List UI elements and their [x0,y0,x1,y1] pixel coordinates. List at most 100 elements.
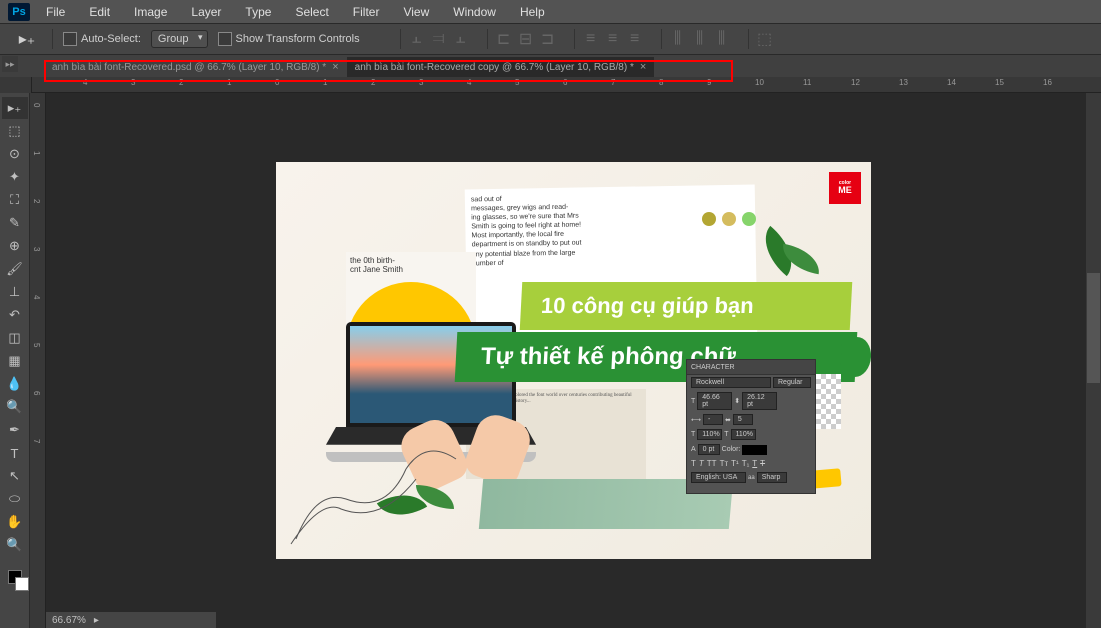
underline-btn[interactable]: T [752,459,757,468]
auto-align-icon[interactable]: ⬚ [755,29,775,49]
banner-title-1: 10 công cụ giúp bạn [520,282,853,330]
align-group-1: ⫠ ⫤ ⫠ [400,29,477,49]
caps-btn[interactable]: TT [707,459,717,468]
stamp-tool[interactable]: ⊥ [2,281,28,303]
auto-select-label: Auto-Select: [81,33,141,45]
tab-2[interactable]: anh bìa bài font-Recovered copy @ 66.7% … [347,57,655,77]
font-family-select[interactable]: Rockwell [691,377,771,388]
gradient-tool[interactable]: ▦ [2,350,28,372]
eyedropper-tool[interactable]: ✎ [2,212,28,234]
dot-green [742,212,756,226]
antialiasing-select[interactable]: Sharp [757,472,787,483]
curved-line-decoration [286,429,466,549]
tab-2-close-icon[interactable]: × [640,61,646,73]
align-vcenter-icon[interactable]: ⫤ [429,29,449,49]
vertical-ruler: 0 1 2 3 4 5 6 7 [30,93,46,628]
menu-help[interactable]: Help [512,2,553,22]
path-tool[interactable]: ↖ [2,465,28,487]
colorme-logo: color ME [829,172,861,204]
vscale-input[interactable]: 110% [697,429,722,440]
tracking-input[interactable]: 5 [733,414,753,425]
align-top-icon[interactable]: ⫠ [407,29,427,49]
toolbox: ▸₊ ⬚ ⊙ ✦ ⛶ ✎ ⊕ 🖌 ⊥ ↶ ◫ ▦ 💧 🔍 ✒ T ↖ ⬭ ✋ 🔍 [0,93,30,628]
dot-olive [702,212,716,226]
distribute-group-1: ≡ ≡ ≡ [574,29,651,49]
tab-1-close-icon[interactable]: × [332,61,338,73]
font-size-input[interactable]: 46.66 pt [697,392,732,410]
distribute-bottom-icon[interactable]: ≡ [625,29,645,49]
canvas-area[interactable]: sad out of messages, grey wigs and read-… [46,93,1101,628]
align-right-icon[interactable]: ⊐ [538,29,558,49]
super-btn[interactable]: T¹ [731,459,739,468]
distribute-hcenter-icon[interactable]: ⫼ [690,29,710,49]
hscale-input[interactable]: 110% [731,429,756,440]
zoom-tool[interactable]: 🔍 [2,534,28,556]
leading-input[interactable]: 26.12 pt [742,392,777,410]
menu-image[interactable]: Image [126,2,175,22]
distribute-left-icon[interactable]: ⫼ [668,29,688,49]
italic-btn[interactable]: T [699,459,704,468]
align-hcenter-icon[interactable]: ⊟ [516,29,536,49]
font-style-select[interactable]: Regular [773,377,811,388]
brush-tool[interactable]: 🖌 [2,258,28,280]
status-arrow-icon[interactable]: ▸ [94,615,99,626]
align-group-2: ⊏ ⊟ ⊐ [487,29,564,49]
menu-select[interactable]: Select [287,2,336,22]
pen-tool[interactable]: ✒ [2,419,28,441]
character-panel-title: CHARACTER [691,364,735,371]
status-bar: 66.67% ▸ [46,612,216,628]
vertical-scrollbar[interactable] [1086,93,1101,628]
tab-1[interactable]: anh bìa bài font-Recovered.psd @ 66.7% (… [44,57,347,77]
language-select[interactable]: English: USA [691,472,746,483]
character-panel: CHARACTER Rockwell Regular T46.66 pt ⬍26… [686,359,816,494]
menu-view[interactable]: View [395,2,437,22]
baseline-input[interactable]: 0 pt [698,444,720,455]
shape-tool[interactable]: ⬭ [2,488,28,510]
menu-bar: Ps File Edit Image Layer Type Select Fil… [0,0,1101,23]
color-swatch[interactable] [2,563,28,591]
hand-tool[interactable]: ✋ [2,511,28,533]
type-tool[interactable]: T [2,442,28,464]
dot-yellow [722,212,736,226]
expand-left-icon[interactable]: ▸▸ [2,56,18,72]
distribute-group-2: ⫼ ⫼ ⫼ [661,29,738,49]
menu-window[interactable]: Window [445,2,504,22]
distribute-top-icon[interactable]: ≡ [581,29,601,49]
move-tool-icon[interactable]: ▸₊ [12,28,42,50]
blur-tool[interactable]: 💧 [2,373,28,395]
tab-2-label: anh bìa bài font-Recovered copy @ 66.7% … [355,62,634,73]
bold-btn[interactable]: T [691,459,696,468]
marquee-tool[interactable]: ⬚ [2,120,28,142]
color-swatch[interactable] [742,445,767,455]
distribute-vcenter-icon[interactable]: ≡ [603,29,623,49]
lasso-tool[interactable]: ⊙ [2,143,28,165]
align-left-icon[interactable]: ⊏ [494,29,514,49]
menu-type[interactable]: Type [237,2,279,22]
magic-wand-tool[interactable]: ✦ [2,166,28,188]
crop-tool[interactable]: ⛶ [2,189,28,211]
kerning-input[interactable]: - [703,414,723,425]
horizontal-ruler: 4 3 2 1 0 1 2 3 4 5 6 7 8 9 10 11 12 13 … [0,77,1101,93]
strike-btn[interactable]: T [760,459,765,468]
sub-btn[interactable]: T₁ [742,459,750,468]
show-transform-label: Show Transform Controls [236,33,360,45]
healing-tool[interactable]: ⊕ [2,235,28,257]
move-tool[interactable]: ▸₊ [2,97,28,119]
menu-layer[interactable]: Layer [183,2,229,22]
menu-edit[interactable]: Edit [81,2,118,22]
history-brush-tool[interactable]: ↶ [2,304,28,326]
options-bar: ▸₊ Auto-Select: Group Show Transform Con… [0,23,1101,55]
auto-select-checkbox[interactable] [63,32,77,46]
show-transform-checkbox[interactable] [218,32,232,46]
photoshop-logo: Ps [8,3,30,21]
document-tabs: anh bìa bài font-Recovered.psd @ 66.7% (… [0,55,1101,77]
eraser-tool[interactable]: ◫ [2,327,28,349]
menu-file[interactable]: File [38,2,73,22]
menu-filter[interactable]: Filter [345,2,388,22]
group-dropdown[interactable]: Group [151,30,208,48]
smallcaps-btn[interactable]: Tт [720,459,729,468]
align-bottom-icon[interactable]: ⫠ [451,29,471,49]
zoom-level[interactable]: 66.67% [52,615,86,626]
dodge-tool[interactable]: 🔍 [2,396,28,418]
distribute-right-icon[interactable]: ⫼ [712,29,732,49]
